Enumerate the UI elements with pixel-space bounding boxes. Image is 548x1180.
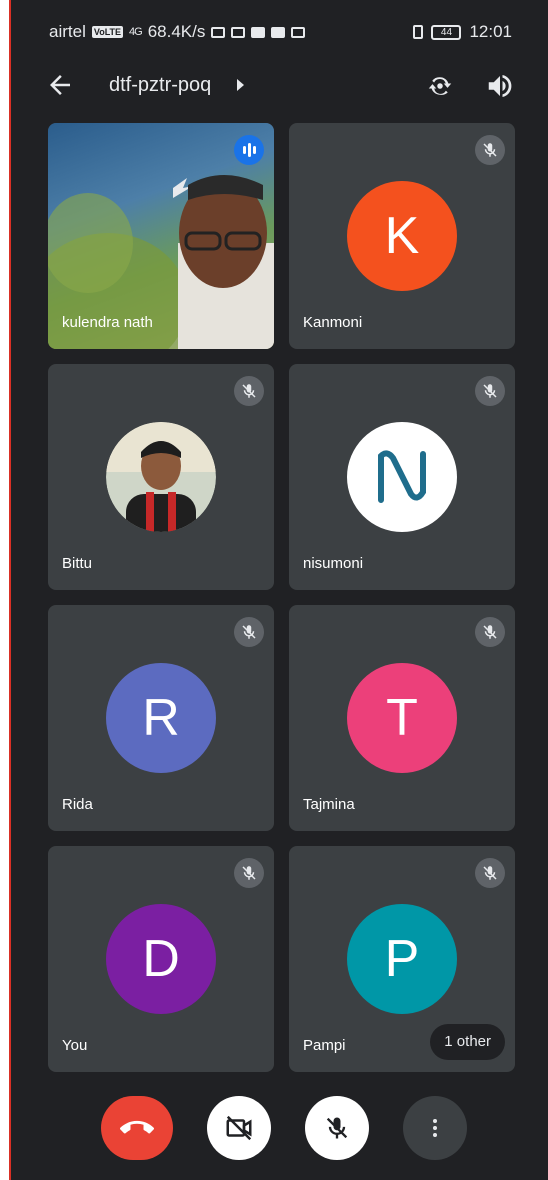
- mic-off-icon: [475, 135, 505, 165]
- avatar: K: [347, 181, 457, 291]
- battery-icon: 44: [431, 24, 462, 40]
- end-call-button[interactable]: [101, 1096, 173, 1160]
- participant-tile[interactable]: P Pampi 1 other: [289, 846, 515, 1072]
- avatar: P: [347, 904, 457, 1014]
- avatar-logo: [347, 422, 457, 532]
- cast-icon: [211, 26, 226, 38]
- participant-tile[interactable]: nisumoni: [289, 364, 515, 590]
- participant-name: Bittu: [62, 555, 93, 572]
- hang-up-icon: [120, 1120, 154, 1134]
- mic-off-icon: [234, 376, 264, 406]
- app-icon: [271, 26, 286, 38]
- avatar-photo: [106, 422, 216, 532]
- participant-tile[interactable]: T Tajmina: [289, 605, 515, 831]
- participant-name: Rida: [62, 796, 93, 813]
- meet-call-screen: airtel VoLTE 4G 68.4K/s 44 12:01 dtf-pzt…: [9, 0, 548, 1180]
- caret-right-icon[interactable]: [237, 79, 244, 91]
- n-logo-icon: [378, 450, 426, 503]
- status-bar: airtel VoLTE 4G 68.4K/s 44 12:01: [11, 0, 548, 62]
- meeting-code[interactable]: dtf-pztr-poq: [109, 74, 211, 97]
- switch-camera-icon[interactable]: [425, 71, 455, 101]
- call-header: dtf-pztr-poq: [11, 62, 548, 110]
- clock: 12:01: [469, 22, 512, 41]
- avatar: R: [106, 663, 216, 773]
- avatar: T: [347, 663, 457, 773]
- participant-tile[interactable]: Bittu: [48, 364, 274, 590]
- participant-name: Tajmina: [303, 796, 355, 813]
- mic-off-icon: [475, 858, 505, 888]
- participant-name: Pampi: [303, 1037, 346, 1054]
- mic-toggle-button[interactable]: [305, 1096, 369, 1160]
- participant-name: nisumoni: [303, 555, 364, 572]
- participant-tile-self[interactable]: D You: [48, 846, 274, 1072]
- avatar: D: [106, 904, 216, 1014]
- volte-icon: VoLTE: [91, 26, 124, 38]
- youtube-icon: [251, 26, 266, 38]
- network-speed: 68.4K/s: [147, 22, 206, 41]
- notification-icon: [231, 26, 246, 38]
- message-icon: [291, 26, 306, 38]
- participant-name: kulendra nath: [62, 314, 153, 331]
- speaker-icon[interactable]: [485, 71, 515, 101]
- speaking-indicator-icon: [234, 135, 264, 165]
- camera-off-icon: [226, 1115, 252, 1141]
- camera-toggle-button[interactable]: [207, 1096, 271, 1160]
- more-options-button[interactable]: [403, 1096, 467, 1160]
- participant-tile[interactable]: R Rida: [48, 605, 274, 831]
- mic-off-icon: [234, 858, 264, 888]
- participant-tile[interactable]: kulendra nath: [48, 123, 274, 349]
- network-signal-icon: 4G: [129, 26, 143, 38]
- more-vert-icon: [433, 1119, 437, 1137]
- participant-tile[interactable]: K Kanmoni: [289, 123, 515, 349]
- mic-off-icon: [475, 376, 505, 406]
- carrier-label: airtel: [49, 22, 86, 41]
- participant-name: You: [62, 1037, 88, 1054]
- back-arrow-icon[interactable]: [45, 70, 75, 100]
- others-chip[interactable]: 1 other: [430, 1024, 505, 1060]
- mic-off-icon: [475, 617, 505, 647]
- participant-name: Kanmoni: [303, 314, 363, 331]
- mic-off-icon: [234, 617, 264, 647]
- mic-off-icon: [326, 1117, 348, 1139]
- vibrate-icon: [413, 25, 424, 39]
